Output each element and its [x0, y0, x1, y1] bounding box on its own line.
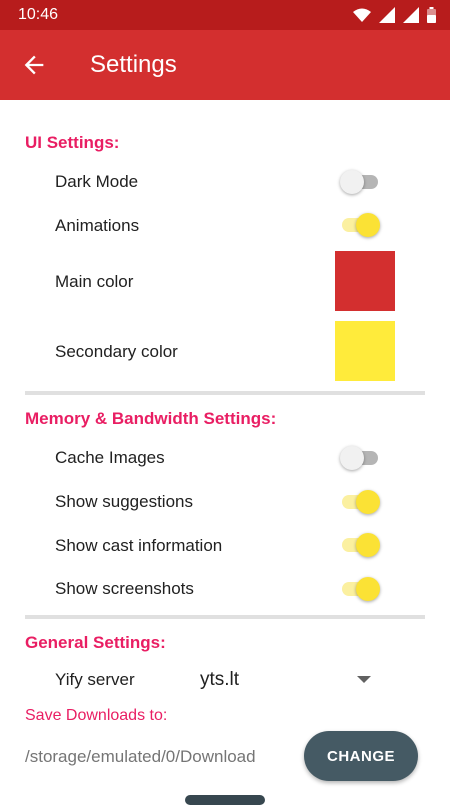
app-bar: Settings [0, 30, 450, 100]
animations-toggle[interactable] [340, 211, 382, 239]
show-screenshots-toggle[interactable] [340, 575, 382, 603]
page-title: Settings [90, 51, 177, 78]
cache-images-label: Cache Images [55, 448, 165, 467]
status-bar: 10:46 [0, 0, 450, 30]
toggle-thumb [356, 213, 380, 237]
ui-settings-title: UI Settings: [25, 133, 120, 152]
save-downloads-label: Save Downloads to: [25, 707, 168, 724]
status-time: 10:46 [18, 6, 59, 23]
show-screenshots-label: Show screenshots [55, 579, 194, 598]
section-divider [25, 615, 425, 619]
status-icons [353, 6, 436, 24]
yify-server-label: Yify server [55, 670, 135, 689]
battery-icon [427, 7, 436, 23]
show-cast-label: Show cast information [55, 536, 223, 555]
toggle-thumb [356, 577, 380, 601]
secondary-color-label: Secondary color [55, 342, 178, 361]
animations-label: Animations [55, 216, 140, 235]
main-color-swatch[interactable] [335, 251, 395, 311]
wifi-icon [353, 8, 371, 22]
toggle-thumb [340, 446, 364, 470]
memory-settings-title: Memory & Bandwidth Settings: [25, 409, 277, 428]
signal-icon [379, 7, 395, 23]
toggle-thumb [356, 533, 380, 557]
yify-server-value: yts.lt [200, 669, 240, 690]
arrow-left-icon [24, 55, 44, 75]
toggle-thumb [340, 170, 364, 194]
section-divider [25, 391, 425, 395]
toggle-thumb [356, 490, 380, 514]
cache-images-toggle[interactable] [340, 444, 382, 472]
general-settings-title: General Settings: [25, 633, 166, 652]
show-suggestions-label: Show suggestions [55, 492, 193, 511]
secondary-color-swatch[interactable] [335, 321, 395, 381]
show-suggestions-toggle[interactable] [340, 488, 382, 516]
dark-mode-label: Dark Mode [55, 172, 139, 191]
bottom-button-peek [185, 795, 265, 805]
dropdown-arrow-icon [357, 676, 371, 683]
dark-mode-toggle[interactable] [340, 168, 382, 196]
main-color-label: Main color [55, 272, 134, 291]
back-button[interactable] [20, 51, 48, 79]
signal-icon-2 [403, 7, 419, 23]
change-button[interactable]: CHANGE [304, 731, 418, 781]
show-cast-toggle[interactable] [340, 531, 382, 559]
download-path: /storage/emulated/0/Download [25, 747, 256, 766]
